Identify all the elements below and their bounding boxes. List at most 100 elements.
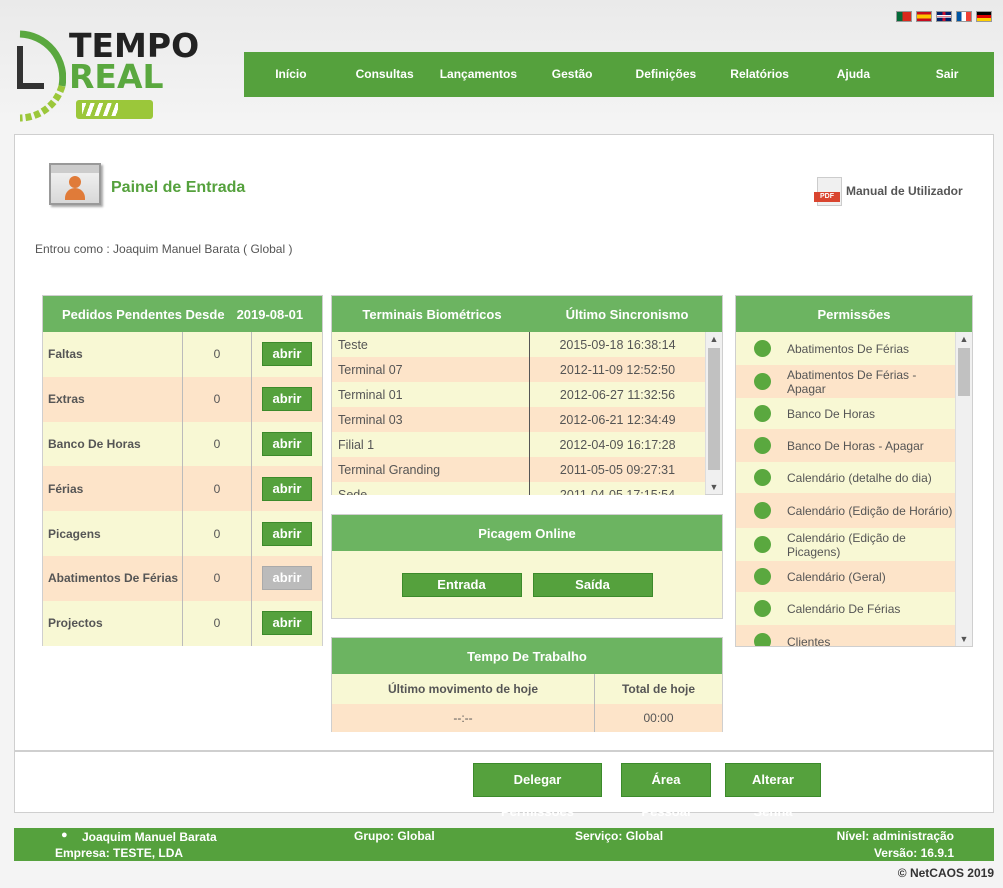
permission-item: Calendário (Geral)	[736, 561, 956, 592]
pending-header-date: 2019-08-01	[236, 306, 304, 322]
terminal-row[interactable]: Terminal 07 2012-11-09 12:52:50	[332, 357, 705, 382]
logo-battery	[76, 100, 153, 119]
terminal-row[interactable]: Filial 1 2012-04-09 16:17:28	[332, 432, 705, 457]
work-time-values: --:-- 00:00	[332, 704, 722, 732]
footer-versao: Versão: 16.9.1	[873, 846, 954, 860]
terminal-row[interactable]: Sede 2011-04-05 17:15:54	[332, 482, 705, 495]
work-time-col1: Último movimento de hoje	[332, 674, 595, 704]
nav-ajuda[interactable]: Ajuda	[807, 52, 901, 97]
flag-es-icon[interactable]	[916, 11, 932, 22]
abrir-button[interactable]: abrir	[262, 431, 312, 456]
permission-label: Clientes	[787, 634, 831, 647]
status-dot-icon	[754, 502, 771, 519]
nav-consultas[interactable]: Consultas	[338, 52, 432, 97]
manual-link[interactable]: Manual de Utilizador	[846, 184, 963, 198]
status-dot-icon	[754, 600, 771, 617]
pending-row: Férias 0 abrir	[43, 466, 322, 512]
footer-servico: Serviço: Global	[575, 829, 664, 843]
nav-sair[interactable]: Sair	[900, 52, 994, 97]
terminal-row[interactable]: Terminal Granding 2011-05-05 09:27:31	[332, 457, 705, 482]
work-time-columns: Último movimento de hoje Total de hoje	[332, 674, 722, 704]
scroll-down-icon[interactable]: ▼	[956, 632, 972, 646]
permission-item: Abatimentos De Férias - Apagar	[736, 365, 956, 398]
terminals-scrollbar[interactable]: ▲ ▼	[705, 332, 722, 494]
permission-label: Abatimentos De Férias	[787, 341, 910, 356]
terminal-sync: 2011-04-05 17:15:54	[559, 487, 676, 496]
entrada-button[interactable]: Entrada	[401, 573, 522, 597]
online-clock-header: Picagem Online	[332, 515, 722, 551]
terminal-row[interactable]: Teste 2015-09-18 16:38:14	[332, 332, 705, 357]
abrir-button[interactable]: abrir	[262, 611, 312, 636]
abrir-button[interactable]: abrir	[262, 566, 312, 591]
scroll-up-icon[interactable]: ▲	[706, 332, 722, 346]
permissions-scrollbar[interactable]: ▲ ▼	[955, 332, 972, 646]
abrir-button[interactable]: abrir	[262, 476, 312, 501]
terminal-sync: 2012-04-09 16:17:28	[559, 437, 676, 452]
footer-nivel: Nível: administração	[836, 829, 954, 843]
footer-grupo: Grupo: Global	[354, 829, 435, 843]
pending-row: Banco De Horas 0 abrir	[43, 421, 322, 467]
permission-item: Calendário De Férias	[736, 592, 956, 625]
status-dot-icon	[754, 536, 771, 553]
nav-lancamentos[interactable]: Lançamentos	[432, 52, 526, 97]
abrir-button[interactable]: abrir	[262, 521, 312, 546]
permission-label: Calendário (Edição de Horário)	[787, 503, 953, 518]
copyright: © NetCAOS 2019	[897, 866, 994, 880]
tempo-real-logo[interactable]: TEMPO REAL	[14, 26, 199, 122]
area-pessoal-button[interactable]: Área Pessoal	[621, 763, 711, 819]
permissions-panel: Permissões Abatimentos De Férias Abatimen…	[735, 295, 973, 647]
actions-bar: Delegar Permissões Área Pessoal Alterar …	[14, 751, 994, 819]
work-time-panel: Tempo De Trabalho Último movimento de ho…	[331, 637, 723, 732]
work-time-title: Tempo De Trabalho	[467, 648, 587, 664]
pending-row: Projectos 0 abrir	[43, 600, 322, 646]
terminal-name: Terminal 01	[332, 382, 530, 407]
permission-label: Calendário De Férias	[787, 601, 901, 616]
language-flags	[896, 11, 992, 22]
abrir-button[interactable]: abrir	[262, 387, 312, 412]
terminal-row[interactable]: Terminal 01 2012-06-27 11:32:56	[332, 382, 705, 407]
permissions-list[interactable]: Abatimentos De Férias Abatimentos De Féri…	[736, 332, 956, 646]
scroll-down-icon[interactable]: ▼	[706, 480, 722, 494]
status-dot-icon	[754, 437, 771, 454]
footer-empresa: Empresa: TESTE, LDA	[55, 846, 184, 860]
footer-user: Joaquim Manuel Barata	[82, 830, 217, 844]
clock-icon	[17, 30, 66, 122]
scroll-thumb[interactable]	[958, 348, 970, 396]
pdf-icon[interactable]: PDF	[814, 177, 842, 206]
nav-gestao[interactable]: Gestão	[525, 52, 619, 97]
work-time-header: Tempo De Trabalho	[332, 638, 722, 674]
permission-item: Abatimentos De Férias	[736, 332, 956, 365]
status-dot-icon	[754, 568, 771, 585]
pending-row-count: 0	[183, 421, 252, 467]
pending-header: Pedidos Pendentes Desde 2019-08-01	[43, 296, 322, 332]
flag-gb-icon[interactable]	[936, 11, 952, 22]
flag-de-icon[interactable]	[976, 11, 992, 22]
pending-row-count: 0	[183, 555, 252, 601]
terminal-name: Terminal 07	[332, 357, 530, 382]
status-dot-icon	[754, 340, 771, 357]
abrir-button[interactable]: abrir	[262, 342, 312, 367]
scroll-thumb[interactable]	[708, 348, 720, 470]
saida-button[interactable]: Saída	[532, 573, 653, 597]
alterar-senha-button[interactable]: Alterar Senha	[725, 763, 821, 819]
scroll-up-icon[interactable]: ▲	[956, 332, 972, 346]
permission-label: Calendário (detalhe do dia)	[787, 470, 932, 485]
nav-inicio[interactable]: Início	[244, 52, 338, 97]
permission-label: Abatimentos De Férias - Apagar	[787, 367, 917, 396]
flag-pt-icon[interactable]	[896, 11, 912, 22]
flag-fr-icon[interactable]	[956, 11, 972, 22]
main-nav: Início Consultas Lançamentos Gestão Defi…	[244, 52, 994, 97]
nav-definicoes[interactable]: Definições	[619, 52, 713, 97]
terminal-sync: 2011-05-05 09:27:31	[559, 462, 676, 477]
logo-line2: REAL	[69, 57, 164, 96]
permissions-header: Permissões	[736, 296, 972, 332]
delegar-permissoes-button[interactable]: Delegar Permissões	[473, 763, 602, 819]
login-info: Entrou como : Joaquim Manuel Barata ( Gl…	[35, 242, 293, 256]
permission-item: Banco De Horas	[736, 398, 956, 429]
nav-relatorios[interactable]: Relatórios	[713, 52, 807, 97]
terminal-row[interactable]: Terminal 03 2012-06-21 12:34:49	[332, 407, 705, 432]
permission-item: Calendário (Edição de Horário)	[736, 493, 956, 528]
terminals-list[interactable]: Teste 2015-09-18 16:38:14 Terminal 07 2012-…	[332, 332, 705, 495]
pending-row-count: 0	[183, 376, 252, 422]
pending-row: Abatimentos De Férias 0 abrir	[43, 555, 322, 601]
